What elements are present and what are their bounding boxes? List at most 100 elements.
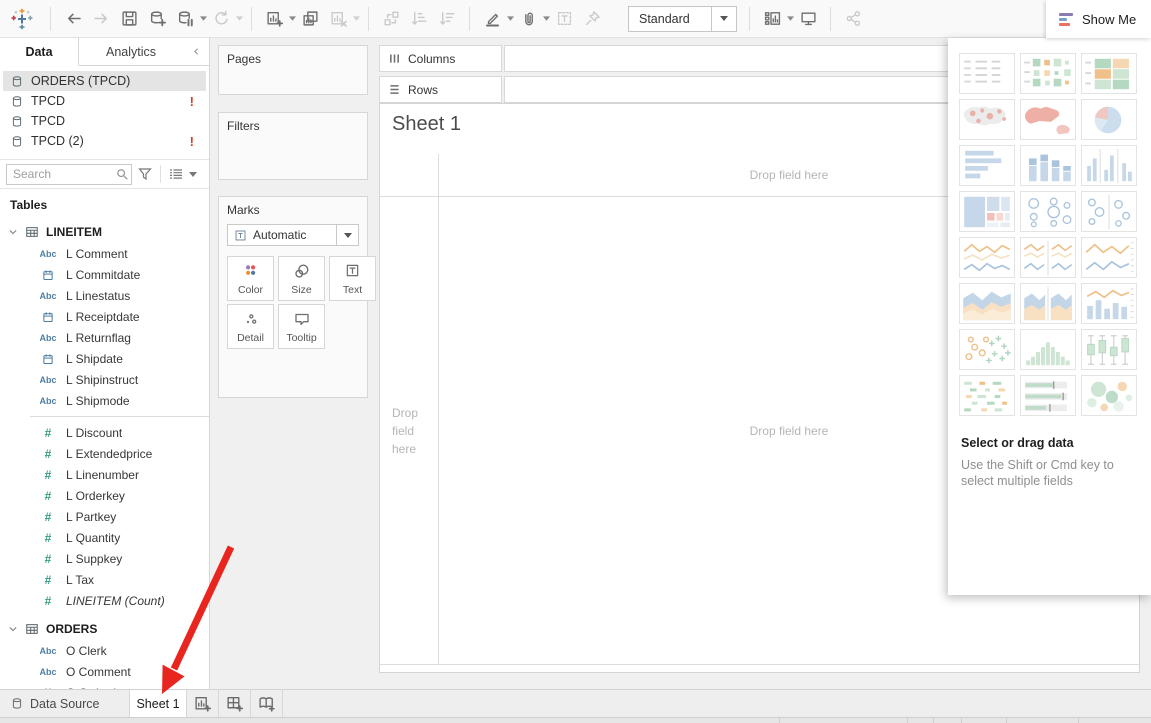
field-row[interactable]: # LINEITEM (Count) (0, 590, 209, 611)
showme-side-by-side-circles[interactable] (1081, 191, 1137, 232)
caret-down-icon[interactable] (543, 16, 550, 21)
showme-dual-combination[interactable] (1081, 283, 1137, 324)
highlight-button[interactable] (479, 2, 505, 36)
showme-dual-lines[interactable] (1081, 237, 1137, 278)
field-row[interactable]: # L Discount (0, 422, 209, 443)
field-row[interactable]: # L Orderkey (0, 485, 209, 506)
showme-heat-map[interactable] (1020, 53, 1076, 94)
marks-text-button[interactable]: Text (329, 256, 376, 301)
clear-sheet-button[interactable] (325, 2, 351, 36)
marks-detail-button[interactable]: Detail (227, 304, 274, 349)
showme-highlight-table[interactable] (1081, 53, 1137, 94)
search-input[interactable] (6, 164, 132, 185)
table-header[interactable]: LINEITEM (0, 221, 209, 243)
filter-fields-icon[interactable] (137, 166, 153, 182)
showme-text-table[interactable] (959, 53, 1015, 94)
caret-down-icon[interactable] (289, 16, 296, 21)
showme-scatter-plots[interactable] (959, 329, 1015, 370)
tab-data[interactable]: Data (0, 38, 79, 66)
sort-ascending-button[interactable] (406, 2, 432, 36)
showme-horizontal-bars[interactable] (959, 145, 1015, 186)
new-worksheet-tab-button[interactable] (187, 690, 219, 717)
fit-mode-select[interactable]: Standard (628, 6, 737, 32)
field-row[interactable]: L Receiptdate (0, 306, 209, 327)
table-header[interactable]: ORDERS (0, 618, 209, 640)
field-row[interactable]: L Shipdate (0, 348, 209, 369)
field-row[interactable]: # L Quantity (0, 527, 209, 548)
sheet-tab-active[interactable]: Sheet 1 (130, 690, 187, 717)
caret-down-icon[interactable] (787, 16, 794, 21)
showme-packed-bubbles[interactable] (1081, 375, 1137, 416)
field-row[interactable]: Abc L Linestatus (0, 285, 209, 306)
showme-area-charts-discrete[interactable] (1020, 283, 1076, 324)
sort-descending-button[interactable] (434, 2, 460, 36)
field-row[interactable]: Abc O Clerk (0, 640, 209, 661)
caret-down-icon[interactable] (236, 16, 243, 21)
caret-down-icon[interactable] (189, 172, 197, 177)
new-worksheet-button[interactable] (261, 2, 287, 36)
field-row[interactable]: # L Tax (0, 569, 209, 590)
swap-rows-columns-button[interactable] (378, 2, 404, 36)
marks-color-button[interactable]: Color (227, 256, 274, 301)
showme-side-by-side-bars[interactable] (1081, 145, 1137, 186)
show-mark-labels-button[interactable] (551, 2, 577, 36)
field-row[interactable]: # L Linenumber (0, 464, 209, 485)
tab-analytics[interactable]: Analytics (79, 38, 183, 66)
presentation-mode-button[interactable] (795, 2, 821, 36)
showme-circle-views[interactable] (1020, 191, 1076, 232)
field-row[interactable]: Abc L Returnflag (0, 327, 209, 348)
redo-button[interactable] (88, 2, 114, 36)
field-row[interactable]: Abc L Comment (0, 243, 209, 264)
show-me-button[interactable]: Show Me (1046, 0, 1151, 38)
field-row[interactable]: # L Partkey (0, 506, 209, 527)
showme-area-charts-continuous[interactable] (959, 283, 1015, 324)
showme-gantt[interactable] (959, 375, 1015, 416)
showme-box-and-whisker[interactable] (1081, 329, 1137, 370)
marks-size-button[interactable]: Size (278, 256, 325, 301)
chevron-down-icon[interactable] (8, 624, 18, 634)
save-button[interactable] (116, 2, 142, 36)
marks-tooltip-button[interactable]: Tooltip (278, 304, 325, 349)
new-data-source-button[interactable] (144, 2, 170, 36)
caret-down-icon[interactable] (711, 7, 736, 31)
field-row[interactable]: Abc O Comment (0, 661, 209, 682)
showme-pie-chart[interactable] (1081, 99, 1137, 140)
showme-symbol-map[interactable] (959, 99, 1015, 140)
data-source-item[interactable]: TPCD ! (3, 91, 206, 111)
field-row[interactable]: # L Suppkey (0, 548, 209, 569)
undo-button[interactable] (60, 2, 86, 36)
caret-down-icon[interactable] (353, 16, 360, 21)
new-dashboard-tab-button[interactable] (219, 690, 251, 717)
duplicate-sheet-button[interactable] (297, 2, 323, 36)
showme-treemap[interactable] (959, 191, 1015, 232)
field-row[interactable]: # L Extendedprice (0, 443, 209, 464)
field-row[interactable]: Abc L Shipmode (0, 390, 209, 411)
data-source-tab[interactable]: Data Source (0, 690, 130, 717)
share-workbook-button[interactable] (840, 2, 866, 36)
collapse-pane-icon[interactable] (183, 38, 209, 66)
new-story-tab-button[interactable] (251, 690, 283, 717)
showme-lines-discrete[interactable] (1020, 237, 1076, 278)
caret-down-icon[interactable] (336, 225, 358, 245)
field-row[interactable]: Abc L Shipinstruct (0, 369, 209, 390)
drop-zone-rows[interactable]: Drop field here (380, 197, 438, 664)
data-source-item[interactable]: TPCD (2) ! (3, 131, 206, 151)
chevron-down-icon[interactable] (8, 227, 18, 237)
group-members-button[interactable] (515, 2, 541, 36)
filters-card[interactable]: Filters (218, 112, 368, 180)
pages-card[interactable]: Pages (218, 45, 368, 95)
mark-type-dropdown[interactable]: Automatic (227, 224, 359, 246)
run-update-button[interactable] (208, 2, 234, 36)
showme-bullet-graphs[interactable] (1020, 375, 1076, 416)
showme-histogram[interactable] (1020, 329, 1076, 370)
show-hide-cards-button[interactable] (759, 2, 785, 36)
field-row[interactable]: L Commitdate (0, 264, 209, 285)
data-source-item[interactable]: ORDERS (TPCD) (3, 71, 206, 91)
field-row[interactable]: O Orderdate (0, 682, 209, 689)
showme-filled-map[interactable] (1020, 99, 1076, 140)
view-options-icon[interactable] (168, 166, 184, 182)
data-source-item[interactable]: TPCD (3, 111, 206, 131)
caret-down-icon[interactable] (507, 16, 514, 21)
fix-axes-button[interactable] (579, 2, 605, 36)
caret-down-icon[interactable] (200, 16, 207, 21)
